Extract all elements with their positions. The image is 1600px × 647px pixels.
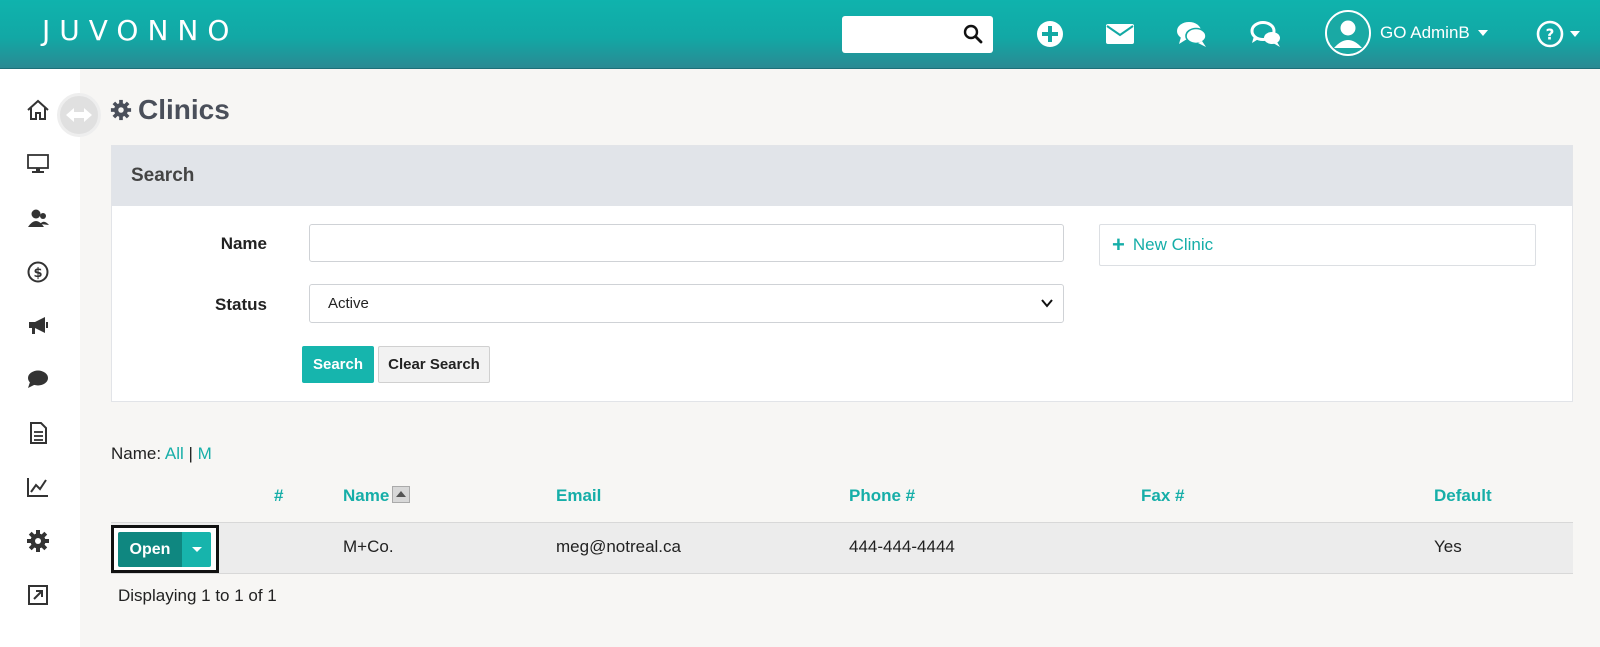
- messages-button[interactable]: [1100, 14, 1140, 54]
- support-chat-button[interactable]: [1246, 14, 1286, 54]
- filter-m-link[interactable]: M: [198, 444, 212, 463]
- open-split-button[interactable]: Open: [111, 525, 219, 573]
- sidebar-item-desk[interactable]: [22, 148, 54, 180]
- status-label: Status: [215, 295, 267, 314]
- cell-email: meg@notreal.ca: [556, 537, 681, 556]
- pagination-summary: Displaying 1 to 1 of 1: [118, 586, 277, 605]
- external-link-icon: [28, 585, 48, 605]
- help-menu[interactable]: ?: [1532, 14, 1584, 54]
- column-header-number[interactable]: #: [274, 486, 283, 506]
- mail-icon: [1106, 24, 1134, 44]
- open-button[interactable]: Open: [118, 532, 182, 567]
- chart-icon: [27, 478, 48, 497]
- user-name: GO AdminB: [1380, 23, 1470, 42]
- add-button[interactable]: [1030, 14, 1070, 54]
- sidebar-item-communications[interactable]: [22, 363, 54, 395]
- gear-icon: [110, 99, 132, 121]
- page-title: Clinics: [110, 90, 230, 130]
- name-label: Name: [220, 234, 267, 253]
- column-header-default[interactable]: Default: [1434, 486, 1492, 506]
- global-search-input[interactable]: [842, 16, 993, 53]
- page-title-text: Clinics: [138, 94, 230, 125]
- column-header-fax[interactable]: Fax #: [1141, 486, 1184, 506]
- cell-phone: 444-444-4444: [849, 537, 955, 556]
- filter-all-link[interactable]: All: [165, 444, 184, 463]
- cell-name: M+Co.: [343, 537, 394, 556]
- sidebar-item-reports[interactable]: [22, 471, 54, 503]
- search-panel: Search Name Status Active Search Clear S…: [111, 145, 1573, 402]
- chat-icon: [28, 370, 48, 388]
- sort-ascending-icon[interactable]: [392, 486, 411, 504]
- megaphone-icon: [29, 317, 48, 334]
- gear-icon: [27, 530, 49, 552]
- column-header-name[interactable]: Name: [343, 486, 411, 506]
- plus-circle-icon: [1037, 21, 1063, 47]
- users-icon: [28, 209, 49, 227]
- column-header-phone[interactable]: Phone #: [849, 486, 915, 506]
- table-row: [111, 522, 1573, 574]
- sidebar-toggle-button[interactable]: [57, 93, 101, 137]
- search-icon[interactable]: [963, 24, 983, 44]
- status-select[interactable]: Active: [309, 284, 1064, 323]
- filter-separator: |: [183, 444, 198, 463]
- chat-bubbles-icon: [1177, 22, 1207, 47]
- name-filter: Name: All | M: [111, 444, 212, 464]
- svg-text:?: ?: [1546, 26, 1555, 44]
- new-clinic-button[interactable]: + New Clinic: [1099, 224, 1536, 266]
- cell-default: Yes: [1434, 537, 1462, 556]
- svg-text:$: $: [33, 266, 42, 281]
- dollar-icon: $: [27, 261, 49, 283]
- search-panel-title: Search: [112, 146, 1572, 206]
- plus-icon: +: [1112, 232, 1125, 257]
- arrows-horizontal-icon: [66, 108, 92, 122]
- sidebar-item-settings[interactable]: [22, 525, 54, 557]
- chevron-down-icon: [191, 547, 202, 552]
- clear-search-button[interactable]: Clear Search: [378, 346, 490, 383]
- help-icon: ?: [1536, 20, 1564, 48]
- sidebar-item-documents[interactable]: [22, 417, 54, 449]
- support-chat-icon: [1250, 21, 1280, 47]
- juvonno-logo[interactable]: JUVONNO: [42, 10, 238, 50]
- chevron-down-icon: [1041, 299, 1053, 308]
- monitor-icon: [27, 154, 49, 173]
- status-select-value: Active: [328, 295, 369, 312]
- filter-prefix: Name:: [111, 444, 165, 463]
- sidebar-item-users[interactable]: [22, 202, 54, 234]
- column-header-name-label: Name: [343, 486, 390, 505]
- top-navbar: JUVONNO GO AdminB ?: [0, 0, 1600, 69]
- name-input[interactable]: [309, 224, 1064, 262]
- chat-button[interactable]: [1172, 14, 1212, 54]
- chevron-down-icon: [1477, 30, 1488, 36]
- user-avatar-icon: [1325, 10, 1371, 56]
- sidebar-item-home[interactable]: [22, 94, 54, 126]
- column-header-email[interactable]: Email: [556, 486, 601, 506]
- user-menu[interactable]: GO AdminB: [1325, 10, 1488, 56]
- home-icon: [27, 99, 49, 120]
- search-button[interactable]: Search: [302, 346, 374, 383]
- new-clinic-label: New Clinic: [1132, 235, 1214, 254]
- open-dropdown-toggle[interactable]: [182, 532, 211, 567]
- document-icon: [30, 422, 47, 444]
- sidebar-item-marketing[interactable]: [22, 309, 54, 341]
- sidebar-item-billing[interactable]: $: [22, 256, 54, 288]
- sidebar-item-external[interactable]: [22, 579, 54, 611]
- chevron-down-icon: [1570, 31, 1580, 37]
- sidebar: $: [0, 69, 80, 647]
